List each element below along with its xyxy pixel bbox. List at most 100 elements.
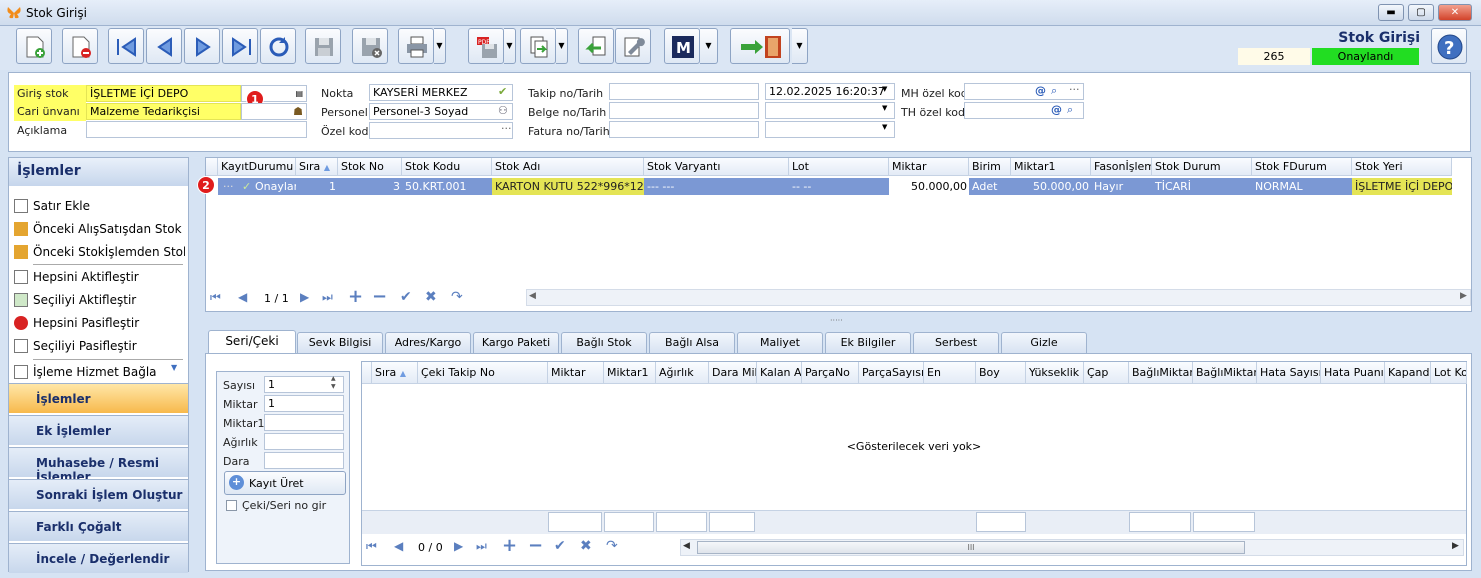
kayit-uret-button[interactable]: + Kayıt Üret: [224, 471, 346, 495]
section-farkli-cogalt[interactable]: Farklı Çoğalt: [9, 511, 188, 541]
grid2-prev-button[interactable]: ◀: [394, 539, 403, 553]
cell-birim[interactable]: Adet: [969, 178, 1011, 195]
dara-field[interactable]: [264, 452, 344, 469]
col-header-miktar1[interactable]: Miktar1: [1011, 158, 1091, 176]
sayisi-spinner[interactable]: ▲ ▼: [331, 375, 336, 391]
grid2-remove-button[interactable]: −: [528, 535, 543, 556]
grid2-last-button[interactable]: ⏭: [476, 539, 487, 554]
section-sonraki-islem[interactable]: Sonraki İşlem Oluştur: [9, 479, 188, 509]
first-record-button[interactable]: [108, 28, 144, 64]
cell-lot[interactable]: -- --: [789, 178, 889, 195]
delete-document-button[interactable]: [62, 28, 98, 64]
tab-sevk-bilgisi[interactable]: Sevk Bilgisi: [297, 332, 383, 353]
pdf-export-button[interactable]: PDF: [468, 28, 504, 64]
nokta-field[interactable]: KAYSERİ MERKEZ: [369, 84, 513, 101]
hepsini-aktiflestir-item[interactable]: Hepsini Aktifleştir: [13, 266, 185, 288]
scroll-left-icon[interactable]: ◀: [529, 291, 536, 301]
belge-date-field[interactable]: [765, 102, 895, 119]
scroll-left-icon[interactable]: ◀: [683, 541, 690, 551]
fatura-no-field[interactable]: [609, 121, 759, 138]
cell-miktar[interactable]: 50.000,00: [889, 178, 969, 195]
grid-add-button[interactable]: +: [348, 286, 363, 307]
at-sign-icon[interactable]: @: [1035, 84, 1046, 97]
scroll-right-icon[interactable]: ▶: [1460, 291, 1467, 301]
miktar-field[interactable]: 1: [264, 395, 344, 412]
takip-no-field[interactable]: [609, 83, 759, 100]
grid2-add-button[interactable]: +: [502, 535, 517, 556]
ozel-kod-field[interactable]: [369, 122, 513, 139]
grid-refresh-button[interactable]: ↷: [451, 289, 463, 305]
takip-date-field[interactable]: 12.02.2025 16:20:37: [765, 83, 895, 100]
cell-stok-no[interactable]: 3: [338, 178, 402, 195]
grid-cancel-button[interactable]: ✖: [425, 289, 437, 305]
refresh-button[interactable]: [260, 28, 296, 64]
belge-no-field[interactable]: [609, 102, 759, 119]
col-header-miktar[interactable]: Miktar: [889, 158, 969, 176]
col-header-stok-varyanti[interactable]: Stok Varyantı: [644, 158, 789, 176]
grid-first-button[interactable]: ⏮: [210, 290, 221, 305]
fatura-date-field[interactable]: [765, 121, 895, 138]
col-header-cap[interactable]: Çap: [1084, 362, 1129, 384]
print-dropdown[interactable]: ▼: [434, 28, 446, 64]
onceki-stokislem-item[interactable]: Önceki Stokİşlemden Stok ...: [13, 241, 185, 263]
export-button[interactable]: [520, 28, 556, 64]
exit-button[interactable]: [730, 28, 790, 64]
col-header-kalan-agirlik[interactable]: Kalan Ağ: [757, 362, 802, 384]
col-header-parcano[interactable]: ParçaNo: [802, 362, 859, 384]
col-header-lot[interactable]: Lot: [789, 158, 889, 176]
grid2-refresh-button[interactable]: ↷: [606, 538, 618, 554]
section-incele[interactable]: İncele / Değerlendir: [9, 543, 188, 573]
m-module-button[interactable]: M: [664, 28, 700, 64]
fatura-date-dropdown[interactable]: ▼: [882, 123, 887, 131]
col-header-stok-fdurum[interactable]: Stok FDurum: [1252, 158, 1352, 176]
col-header-hata-sayisi[interactable]: Hata Sayısı: [1257, 362, 1321, 384]
takip-date-dropdown[interactable]: ▼: [882, 85, 887, 93]
m-module-dropdown[interactable]: ▼: [700, 28, 718, 64]
satir-ekle-item[interactable]: Satır Ekle: [13, 195, 185, 217]
print-button[interactable]: [398, 28, 434, 64]
agirlik-field[interactable]: [264, 433, 344, 450]
tab-ek-bilgiler[interactable]: Ek Bilgiler: [825, 332, 911, 353]
col-header-stok-durum[interactable]: Stok Durum: [1152, 158, 1252, 176]
tab-adres-kargo[interactable]: Adres/Kargo: [385, 332, 471, 353]
cell-stok-durum[interactable]: TİCARİ: [1152, 178, 1252, 195]
seciliyi-pasiflestir-item[interactable]: Seçiliyi Pasifleştir: [13, 335, 185, 357]
previous-record-button[interactable]: [146, 28, 182, 64]
exit-dropdown[interactable]: ▼: [792, 28, 808, 64]
col-header-stok-no[interactable]: Stok No: [338, 158, 402, 176]
next-record-button[interactable]: [184, 28, 220, 64]
col-header-yukseklik[interactable]: Yükseklik: [1026, 362, 1084, 384]
col-header-stok-adi[interactable]: Stok Adı: [492, 158, 644, 176]
scroll-down-icon[interactable]: ▼: [171, 363, 177, 372]
help-button[interactable]: ?: [1431, 28, 1467, 64]
grid-confirm-button[interactable]: ✔: [400, 289, 412, 305]
col-header-parcasayisi[interactable]: ParçaSayısı: [859, 362, 924, 384]
tab-bagli-stok[interactable]: Bağlı Stok: [561, 332, 647, 353]
save-cancel-button[interactable]: [352, 28, 388, 64]
onceki-alissatis-item[interactable]: Önceki AlışSatışdan Stok Seç: [13, 218, 185, 240]
cari-lookup[interactable]: ☗: [241, 103, 307, 120]
grid-prev-button[interactable]: ◀: [238, 290, 247, 304]
export-dropdown[interactable]: ▼: [556, 28, 568, 64]
cell-stok-yeri[interactable]: İŞLETME İÇİ DEPO: [1352, 178, 1452, 195]
col-header-stok-yeri[interactable]: Stok Yeri: [1352, 158, 1452, 176]
person-lookup-icon[interactable]: ⚇: [498, 104, 508, 117]
col-header-stok-kodu[interactable]: Stok Kodu: [402, 158, 492, 176]
search-icon[interactable]: ⌕: [1067, 103, 1073, 117]
th-ozel-kod-field[interactable]: [964, 102, 1084, 119]
col-header-lot-kodu[interactable]: Lot Ko: [1431, 362, 1467, 384]
grid-next-button[interactable]: ▶: [300, 290, 309, 304]
col-header-baglimiktar1[interactable]: BağlıMiktar1: [1193, 362, 1257, 384]
maximize-button[interactable]: ▢: [1408, 4, 1434, 21]
col-header-fasonislem[interactable]: Fasonİşlem: [1091, 158, 1152, 176]
isleme-hizmet-bagla-item[interactable]: İşleme Hizmet Bağla: [13, 361, 185, 383]
col-header-kayitdurumu[interactable]: KayıtDurumu: [218, 158, 296, 176]
ellipsis-icon[interactable]: ···: [1069, 83, 1080, 96]
ceki-seri-checkbox[interactable]: [226, 500, 237, 511]
cell-stok-varyanti[interactable]: --- ---: [644, 178, 789, 195]
col-header-en[interactable]: En: [924, 362, 976, 384]
at-sign-icon[interactable]: @: [1051, 103, 1062, 116]
tab-serbest-alanlar[interactable]: Serbest Alanlar: [913, 332, 999, 369]
col-header-baglimiktar[interactable]: BağlıMiktar: [1129, 362, 1193, 384]
col-header-dara-miktari[interactable]: Dara Mikt: [709, 362, 757, 384]
